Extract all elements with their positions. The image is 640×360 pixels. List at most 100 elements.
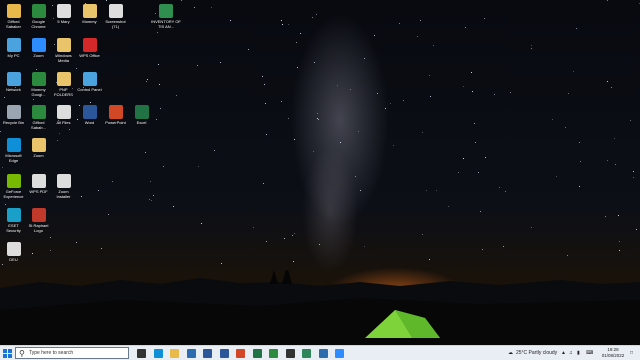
desktop-icon[interactable]: Windows Media [51,38,76,70]
network-icon[interactable]: ▲ [561,349,566,357]
file-explorer-icon[interactable] [170,349,179,358]
star [364,246,365,247]
star [340,142,341,143]
star [619,250,620,251]
weather-text[interactable]: 25°C Partly cloudy [516,349,557,357]
shield-icon[interactable] [302,349,311,358]
desktop-icon[interactable]: PNP FOLDERS [51,72,76,104]
star [253,227,254,228]
desktop-icon[interactable]: Gifford Sabaker [1,4,26,36]
star [337,85,338,86]
desktop-icon-label: Zoom Installer [56,189,71,199]
star [201,223,202,224]
desktop-icon[interactable]: Network [1,72,26,104]
desktop-icon[interactable]: Zoom [26,38,51,70]
desktop-icon[interactable]: WPS PDF [26,174,51,206]
desktop-icon[interactable]: Gifford Sabab... [26,105,51,137]
store-icon[interactable] [186,349,196,358]
desktop-icon-label: 5 Mary [57,19,70,24]
mail-icon[interactable] [203,349,212,358]
desktop-icon[interactable]: Excel [129,105,154,137]
desktop-icon[interactable]: Control Panel [77,72,102,104]
taskbar: ⚲ Type here to search ☁ 25°C Partly clou… [0,345,640,360]
star [317,113,318,114]
chrome-icon [31,105,46,119]
star [57,140,58,141]
star [355,176,356,177]
photos-icon[interactable] [318,349,328,358]
desktop-icon-label: Google Chrome [31,19,46,29]
star [221,263,222,264]
desktop-icon[interactable]: DEU [1,242,26,274]
battery-icon[interactable]: ▮ [577,349,580,357]
star [81,196,82,197]
desktop-icon-label: Zoom [33,53,44,58]
star [531,48,532,49]
volume-icon[interactable]: ♫ [569,349,573,357]
star [263,183,264,184]
star [399,23,400,24]
desktop-icon[interactable]: PowerPoint [103,105,128,137]
star [474,123,475,124]
star [422,132,423,133]
star [220,62,221,63]
desktop-icon[interactable]: Google Chrome [26,4,51,36]
installer-icon [56,174,71,188]
star [499,187,500,188]
notification-icon[interactable]: □ [630,349,633,357]
media-icon[interactable] [285,349,295,358]
star [611,87,612,88]
star [32,253,33,254]
image-icon [108,4,123,18]
search-box[interactable]: ⚲ Type here to search [15,347,129,359]
desktop-icon[interactable]: Zoom [26,138,51,170]
desktop-icon-label: PowerPoint [105,120,126,125]
desktop-icon[interactable]: WPS Office [77,38,102,70]
star [633,177,634,178]
desktop-icon[interactable]: 5 Mary [51,4,76,36]
star [636,229,637,230]
desktop-icon-label: Word [84,120,95,125]
desktop-icon[interactable]: Mommy [77,4,102,36]
word-icon [82,105,97,119]
desktop-icon[interactable]: Mommy Googl... [26,72,51,104]
desktop-icon[interactable]: All Files [51,105,76,137]
desktop-icon[interactable]: St Raphael Logo [26,208,51,240]
keyboard-icon[interactable]: ⌨ [586,349,593,357]
powerpoint-icon[interactable] [236,349,245,358]
star [568,93,569,94]
desktop-icon[interactable]: INVENTORY OF TIS AN... [151,4,181,36]
star [433,45,434,46]
desktop-icon[interactable]: Zoom Installer [51,174,76,206]
clock[interactable]: 19:28 01/08/2022 [598,347,628,359]
weather-icon[interactable]: ☁ [508,349,513,357]
star [503,246,504,247]
wps-icon [82,38,97,52]
star [194,7,195,8]
edge-icon[interactable] [153,349,163,358]
desktop-icon[interactable]: Screenshot (71) [103,4,128,36]
desktop-icon[interactable]: ESET Security [1,208,26,240]
desktop-icon-label: PNP FOLDERS [54,87,73,97]
start-button[interactable] [3,349,12,358]
desktop-icon-label: Mommy Googl... [31,87,46,97]
star [153,195,154,196]
desktop-icon[interactable]: Recycle Bin [1,105,26,137]
star [478,172,479,173]
powerpoint-icon [108,105,123,119]
desktop-icon[interactable]: GeForce Experience [1,174,26,206]
folder-icon [56,72,71,86]
task-view-icon[interactable] [137,349,146,358]
star [197,65,198,66]
star [282,24,283,25]
zoom-icon[interactable] [335,349,344,358]
chrome-icon[interactable] [269,349,278,358]
desktop-icon[interactable]: Word [77,105,102,137]
star [151,200,152,201]
word-icon[interactable] [219,349,229,358]
star [147,79,148,80]
excel-icon[interactable] [252,349,262,358]
desktop-icon-label: WPS PDF [29,189,48,194]
desktop-icon[interactable]: My PC [1,38,26,70]
desktop-icon[interactable]: Microsoft Edge [1,138,26,170]
